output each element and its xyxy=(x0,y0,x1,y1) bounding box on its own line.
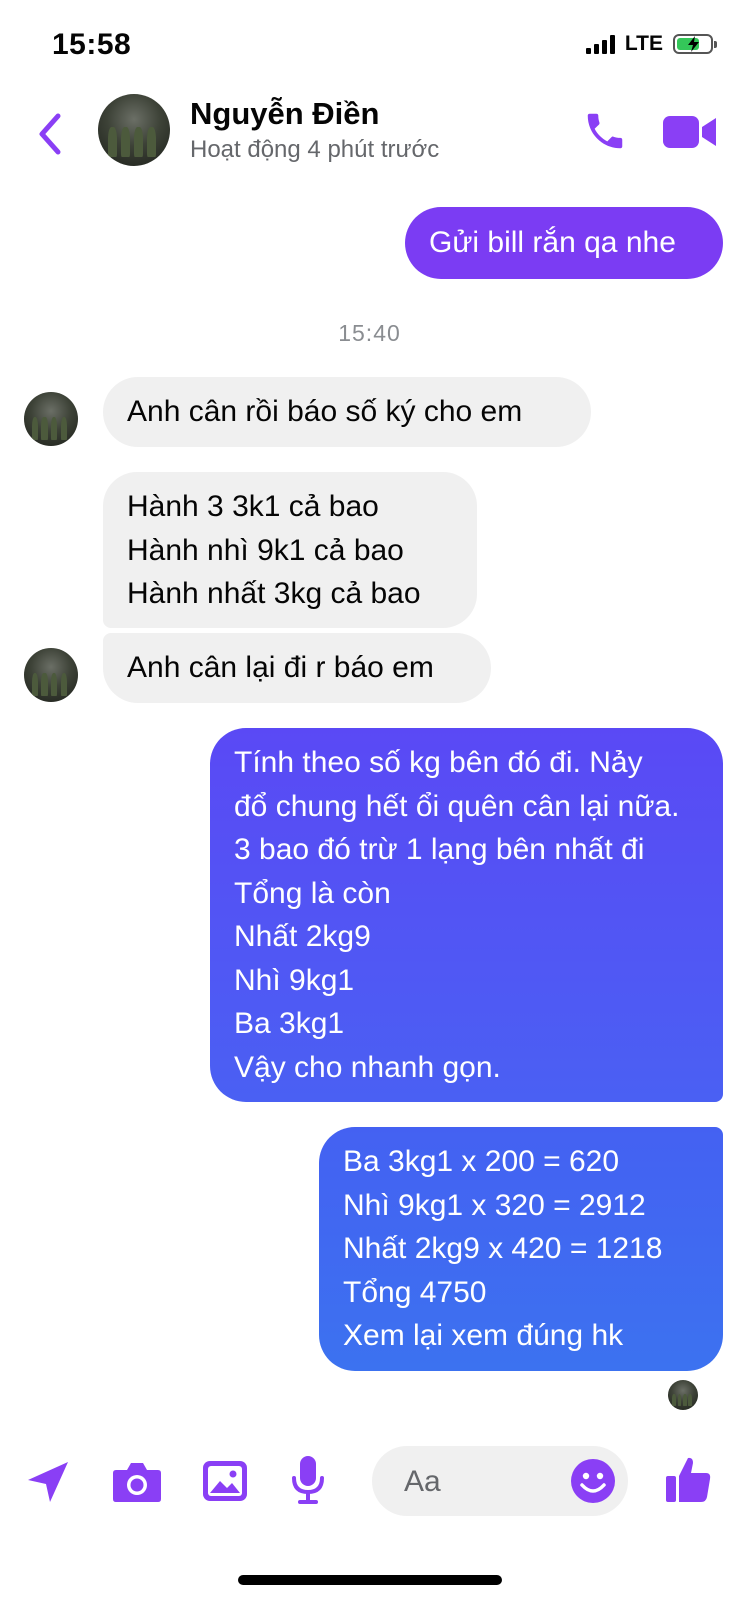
back-button[interactable] xyxy=(34,110,66,158)
status-bar: 15:58 LTE xyxy=(0,0,739,90)
message-line: Nhì 9kg1 xyxy=(234,963,355,997)
contact-name[interactable]: Nguyễn Điền xyxy=(190,96,379,132)
contact-avatar[interactable] xyxy=(98,94,170,166)
message-line: Anh cân rồi báo số ký cho em xyxy=(127,395,523,428)
contact-avatar-small[interactable] xyxy=(24,648,78,702)
message-line: Nhì 9kg1 x 320 = 2912 xyxy=(343,1188,646,1222)
signal-strength-icon xyxy=(585,34,615,54)
camera-button[interactable] xyxy=(112,1460,162,1504)
contact-active-status: Hoạt động 4 phút trước xyxy=(190,136,440,163)
message-line: Ba 3kg1 x 200 = 620 xyxy=(343,1145,620,1178)
message-line: Nhất 2kg9 x 420 = 1218 xyxy=(343,1232,663,1265)
chat-header: Nguyễn Điền Hoạt động 4 phút trước xyxy=(0,90,739,180)
voice-message-button[interactable] xyxy=(290,1454,326,1506)
sent-message[interactable]: Tính theo số kg bên đó đi. Nảy đổ chung … xyxy=(210,728,723,1102)
video-camera-icon xyxy=(663,116,716,148)
voice-call-button[interactable] xyxy=(582,108,628,154)
gallery-button[interactable] xyxy=(202,1460,248,1502)
message-line: đổ chung hết ổi quên cân lại nữa. xyxy=(234,789,680,823)
like-button[interactable] xyxy=(664,1454,712,1504)
message-line: Anh cân lại đi r báo em xyxy=(127,651,434,684)
message-line: Tổng 4750 xyxy=(343,1275,487,1309)
home-indicator[interactable] xyxy=(238,1575,502,1585)
status-indicators: LTE xyxy=(585,32,717,56)
video-call-button[interactable] xyxy=(662,112,718,152)
microphone-icon xyxy=(292,1456,324,1504)
message-line: Tổng là còn xyxy=(234,876,391,910)
chevron-left-icon xyxy=(39,113,61,155)
message-line: Xem lại xem đúng hk xyxy=(343,1319,624,1352)
phone-icon xyxy=(587,113,623,149)
seen-receipt-avatar xyxy=(668,1380,698,1410)
received-message[interactable]: Anh cân rồi báo số ký cho em xyxy=(103,377,591,447)
message-line: 3 bao đó trừ 1 lạng bên nhất đi xyxy=(234,833,645,866)
thumbs-up-icon xyxy=(666,1457,711,1502)
network-type-label: LTE xyxy=(624,32,663,55)
received-message[interactable]: Anh cân lại đi r báo em xyxy=(103,633,491,703)
message-line: Vậy cho nhanh gọn. xyxy=(234,1050,501,1084)
received-message[interactable]: Hành 3 3k1 cả bao Hành nhì 9k1 cả bao Hà… xyxy=(103,472,477,628)
smiley-icon xyxy=(571,1459,615,1503)
location-arrow-icon xyxy=(28,1462,68,1502)
message-timestamp: 15:40 xyxy=(338,320,401,346)
message-line: Nhất 2kg9 xyxy=(234,920,371,953)
image-icon xyxy=(203,1461,247,1501)
send-location-button[interactable] xyxy=(24,1458,72,1506)
message-line: Hành 3 3k1 cả bao xyxy=(127,490,379,523)
sent-message[interactable]: Gửi bill rắn qa nhe xyxy=(405,207,723,279)
contact-avatar-small[interactable] xyxy=(24,392,78,446)
emoji-button[interactable] xyxy=(570,1458,616,1504)
status-time: 15:58 xyxy=(52,28,132,61)
message-line: Ba 3kg1 xyxy=(234,1007,345,1040)
message-composer xyxy=(0,1440,739,1530)
sent-message[interactable]: Ba 3kg1 x 200 = 620 Nhì 9kg1 x 320 = 291… xyxy=(319,1127,723,1371)
message-text-field[interactable] xyxy=(402,1446,566,1518)
message-line: Hành nhì 9k1 cả bao xyxy=(127,533,404,567)
message-input[interactable] xyxy=(372,1446,628,1518)
message-line: Gửi bill rắn qa nhe xyxy=(429,226,676,259)
message-line: Hành nhất 3kg cả bao xyxy=(127,577,421,610)
camera-icon xyxy=(113,1463,161,1502)
message-line: Tính theo số kg bên đó đi. Nảy xyxy=(234,746,643,779)
battery-icon xyxy=(673,34,717,54)
